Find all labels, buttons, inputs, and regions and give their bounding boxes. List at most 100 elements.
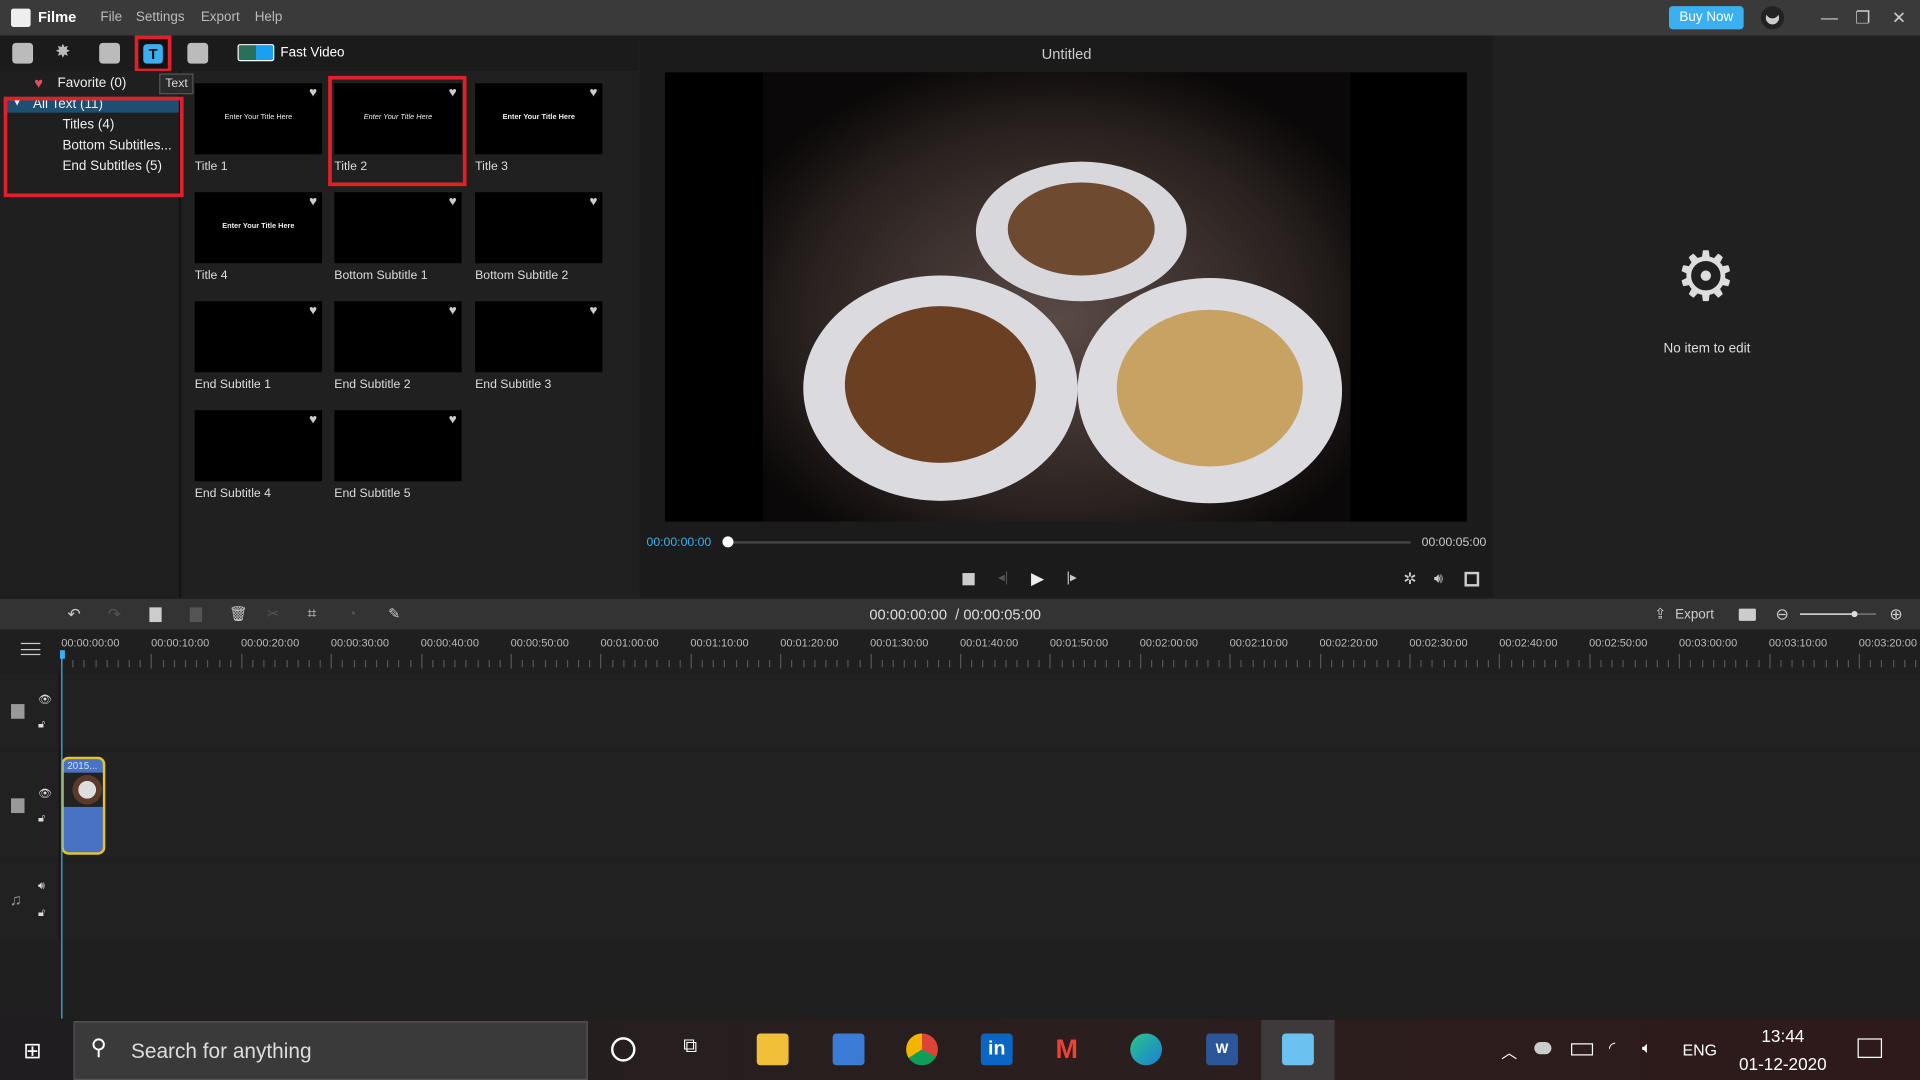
fast-video-button[interactable]: Fast Video: [280, 45, 344, 60]
clock-date[interactable]: 01-12-2020: [1731, 1054, 1834, 1074]
play-button[interactable]: ▶: [1031, 568, 1044, 589]
linkedin-icon[interactable]: in: [980, 1033, 1013, 1066]
favorite-heart-icon[interactable]: ♥: [449, 413, 457, 428]
fast-video-icon[interactable]: [237, 44, 275, 62]
video-clip[interactable]: 2015...: [61, 756, 106, 855]
video-track-1[interactable]: [0, 673, 1920, 750]
export-button[interactable]: Export: [1675, 607, 1714, 622]
ruler-tick: [409, 660, 411, 668]
playhead-handle[interactable]: [60, 650, 65, 659]
favorite-heart-icon[interactable]: ♥: [309, 413, 317, 428]
media-tab-icon[interactable]: [12, 42, 34, 64]
copy-icon[interactable]: [149, 607, 162, 623]
favorite-heart-icon[interactable]: ♥: [309, 304, 317, 319]
battery-icon[interactable]: [1571, 1043, 1594, 1056]
buy-now-button[interactable]: Buy Now: [1668, 6, 1744, 30]
task-view-icon[interactable]: ⧉: [683, 1036, 697, 1058]
effects-tab-icon[interactable]: ✸: [55, 40, 76, 63]
cortana-icon[interactable]: [611, 1037, 636, 1062]
visibility-eye-icon[interactable]: 👁︎: [38, 787, 52, 800]
favorite-heart-icon[interactable]: ♥: [590, 86, 598, 101]
speed-icon[interactable]: ◔: [348, 605, 357, 622]
delete-icon[interactable]: 🗑︎: [229, 605, 248, 622]
windows-start-icon[interactable]: ⊞: [23, 1038, 41, 1064]
transitions-tab-icon[interactable]: [99, 42, 121, 64]
undo-icon[interactable]: ↶: [67, 605, 80, 625]
zoom-out-icon[interactable]: ⊖: [1776, 605, 1789, 625]
lock-icon[interactable]: 🔓︎: [38, 812, 45, 825]
lock-icon[interactable]: 🔓︎: [38, 906, 45, 919]
category-favorite[interactable]: Favorite (0): [58, 76, 127, 91]
audio-track[interactable]: [0, 860, 1920, 941]
split-icon[interactable]: ✂: [267, 605, 279, 622]
paste-icon[interactable]: [189, 607, 203, 623]
crop-icon[interactable]: ⌗: [307, 604, 316, 624]
onedrive-error-icon[interactable]: [1534, 1042, 1552, 1055]
template-thumbnail[interactable]: ♥: [475, 301, 603, 373]
edit-pen-icon[interactable]: ✎: [388, 605, 400, 622]
search-placeholder[interactable]: Search for anything: [131, 1040, 312, 1064]
export-icon[interactable]: ⇪: [1654, 605, 1666, 622]
word-icon[interactable]: W: [1206, 1033, 1238, 1066]
stop-button[interactable]: [962, 573, 975, 586]
chrome-icon[interactable]: [906, 1033, 938, 1066]
edge-icon[interactable]: [1130, 1033, 1163, 1066]
template-thumbnail[interactable]: ♥: [194, 410, 323, 482]
template-thumbnail[interactable]: ♥ Enter Your Title Here: [194, 83, 323, 155]
minimize-button[interactable]: —: [1821, 7, 1838, 27]
ruler-tick-label: 00:02:40:00: [1499, 636, 1558, 649]
notifications-icon[interactable]: [1857, 1038, 1883, 1058]
filme-taskbar-icon[interactable]: [1282, 1033, 1314, 1066]
speaker-icon[interactable]: 🔈︎: [1642, 1038, 1652, 1058]
playback-scrubber[interactable]: [727, 541, 1411, 544]
laptop-app-icon[interactable]: [832, 1033, 865, 1066]
template-thumbnail[interactable]: ♥: [334, 192, 462, 264]
favorite-heart-icon[interactable]: ♥: [449, 304, 457, 319]
fullscreen-icon[interactable]: [1464, 571, 1480, 587]
template-thumbnail[interactable]: ♥: [334, 410, 462, 482]
music-tab-icon[interactable]: [187, 42, 209, 64]
ruler-tick-label: 00:01:40:00: [960, 636, 1019, 649]
template-thumbnail[interactable]: ♥ Enter Your Title Here: [194, 192, 323, 264]
audio-volume-icon[interactable]: 🔊︎: [38, 879, 45, 892]
next-frame-button[interactable]: |▸: [1067, 569, 1077, 586]
tray-chevron-icon[interactable]: ︿: [1501, 1040, 1517, 1063]
menu-settings[interactable]: Settings: [136, 10, 185, 25]
ruler-tick: [623, 660, 625, 668]
template-thumbnail[interactable]: ♥: [194, 301, 323, 373]
template-thumbnail[interactable]: ♥: [334, 301, 462, 373]
ruler-tick: [1836, 660, 1838, 668]
favorite-heart-icon[interactable]: ♥: [309, 86, 317, 101]
language-indicator[interactable]: ENG: [1682, 1041, 1716, 1059]
file-explorer-icon[interactable]: [756, 1033, 789, 1066]
restore-button[interactable]: ❐: [1855, 7, 1870, 28]
redo-icon[interactable]: ↷: [108, 605, 121, 625]
menu-export[interactable]: Export: [201, 10, 240, 25]
settings-icon[interactable]: ✲: [1403, 569, 1416, 589]
zoom-in-icon[interactable]: ⊕: [1889, 605, 1902, 625]
menu-file[interactable]: File: [100, 10, 122, 25]
lock-icon[interactable]: 🔓︎: [38, 718, 45, 731]
wifi-icon[interactable]: ◜: [1609, 1038, 1615, 1058]
playhead[interactable]: [61, 651, 63, 1019]
zoom-slider-handle[interactable]: [1851, 611, 1858, 618]
video-track-2[interactable]: [0, 751, 1920, 859]
favorite-heart-icon[interactable]: ♥: [309, 195, 317, 210]
volume-icon[interactable]: 🔊︎: [1434, 569, 1443, 587]
favorite-heart-icon[interactable]: ♥: [590, 304, 598, 319]
template-thumbnail[interactable]: ♥ Enter Your Title Here: [475, 83, 603, 155]
favorite-heart-icon[interactable]: ♥: [449, 195, 457, 210]
account-icon[interactable]: [1760, 6, 1785, 30]
visibility-eye-icon[interactable]: 👁︎: [38, 693, 52, 706]
scrubber-handle[interactable]: [722, 536, 734, 548]
text-tab-button[interactable]: T: [134, 35, 172, 73]
track-menu-icon[interactable]: [20, 642, 41, 656]
clock-time[interactable]: 13:44: [1736, 1026, 1829, 1046]
template-thumbnail[interactable]: ♥: [475, 192, 603, 264]
previous-frame-button[interactable]: ◂|: [998, 569, 1008, 586]
gmail-icon[interactable]: M: [1056, 1033, 1088, 1065]
menu-help[interactable]: Help: [255, 10, 283, 25]
favorite-heart-icon[interactable]: ♥: [590, 195, 598, 210]
fit-timeline-icon[interactable]: [1738, 608, 1756, 621]
close-button[interactable]: ✕: [1892, 7, 1906, 28]
